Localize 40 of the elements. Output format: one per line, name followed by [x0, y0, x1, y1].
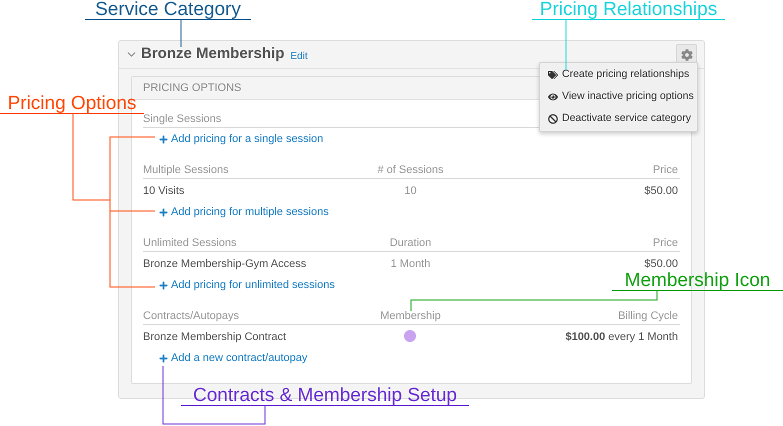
leader-line: [180, 18, 182, 48]
column-header: Unlimited Sessions: [143, 236, 237, 248]
column-header: Billing Cycle: [618, 310, 678, 322]
table-cell: 10 Visits: [143, 185, 184, 197]
callout-label: Pricing Options: [0, 94, 144, 114]
column-header: Price: [652, 236, 678, 248]
edit-link[interactable]: Edit: [290, 48, 308, 64]
eye-icon: [548, 92, 558, 102]
ban-icon: [548, 114, 558, 124]
plus-icon: [159, 354, 168, 362]
callout-label: Service Category: [85, 0, 251, 20]
plus-icon: [159, 280, 168, 290]
plus-icon: [159, 134, 168, 144]
callout-label: Membership Icon: [612, 271, 783, 291]
column-header: # of Sessions: [377, 164, 444, 176]
add-pricing-link[interactable]: Add a new contract/autopay: [159, 350, 308, 366]
category-title: Bronze Membership: [141, 44, 284, 64]
plus-icon: [159, 208, 168, 216]
column-header: Multiple Sessions: [143, 164, 229, 176]
column-header: Membership: [380, 310, 441, 322]
table-cell: Bronze Membership Contract: [143, 331, 286, 343]
column-header: Price: [652, 164, 678, 176]
callout-label: Pricing Relationships: [532, 0, 725, 20]
column-header: Single Sessions: [143, 112, 222, 124]
column-header: Contracts/Autopays: [143, 310, 239, 322]
column-header: Duration: [390, 236, 432, 248]
add-pricing-link[interactable]: Add pricing for a single session: [159, 130, 324, 148]
tags-icon: [548, 70, 558, 80]
menu-item[interactable]: Deactivate service category: [540, 108, 697, 130]
table-cell: Bronze Membership-Gym Access: [143, 258, 306, 270]
table-cell: 10: [404, 185, 417, 197]
add-pricing-link[interactable]: Add pricing for unlimited sessions: [159, 276, 335, 294]
table-cell: $100.00 every 1 Month: [565, 331, 678, 343]
table-cell: $50.00: [644, 258, 678, 270]
callout-label: Contracts & Membership Setup: [181, 386, 469, 406]
table-cell: 1 Month: [390, 258, 430, 270]
leader-line: [565, 18, 567, 71]
table-cell: $50.00: [644, 185, 678, 197]
add-pricing-link[interactable]: Add pricing for multiple sessions: [159, 204, 329, 220]
settings-icon: [680, 48, 692, 60]
